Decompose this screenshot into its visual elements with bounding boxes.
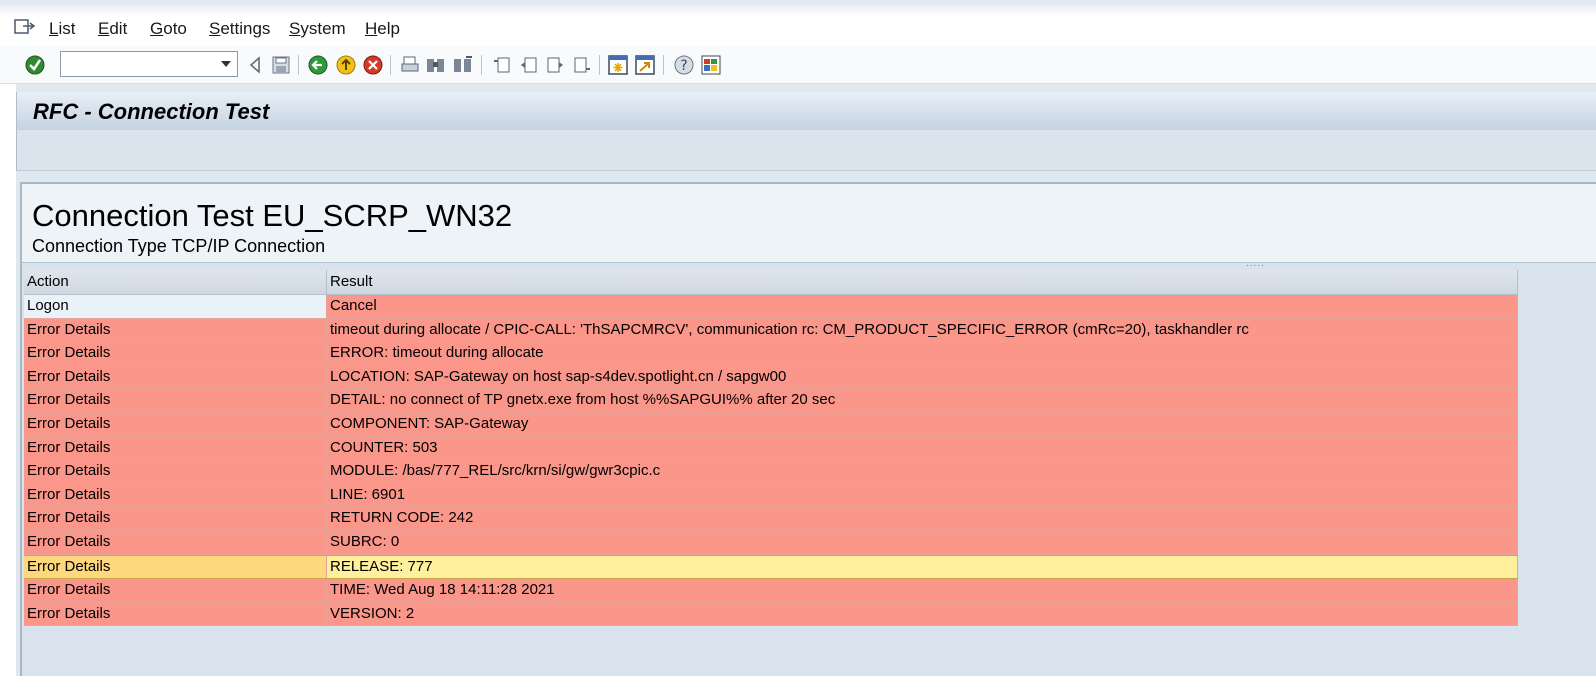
result-cell[interactable]: Cancel: [327, 295, 1518, 318]
create-session-icon[interactable]: [607, 54, 629, 76]
toolbar-separator: [663, 55, 664, 75]
result-cell[interactable]: MODULE: /bas/777_REL/src/krn/si/gw/gwr3c…: [327, 460, 1518, 483]
create-shortcut-icon[interactable]: [634, 54, 656, 76]
list-header: Connection Test EU_SCRP_WN32 Connection …: [22, 184, 1596, 269]
find-next-icon[interactable]: [452, 54, 474, 76]
help-icon[interactable]: ?: [673, 54, 695, 76]
table-row[interactable]: Logon Cancel: [24, 295, 1518, 319]
connection-test-title: Connection Test EU_SCRP_WN32: [32, 198, 513, 233]
next-page-icon[interactable]: [544, 54, 566, 76]
cancel-icon[interactable]: [362, 54, 384, 76]
result-cell[interactable]: COMPONENT: SAP-Gateway: [327, 412, 1518, 436]
action-cell[interactable]: Error Details: [24, 412, 327, 436]
enter-icon[interactable]: [24, 54, 46, 76]
first-page-icon[interactable]: [491, 54, 513, 76]
table-row[interactable]: Error Details RETURN CODE: 242: [24, 507, 1518, 531]
action-cell[interactable]: Error Details: [24, 507, 327, 530]
result-cell[interactable]: timeout during allocate / CPIC-CALL: 'Th…: [327, 318, 1518, 342]
action-cell[interactable]: Error Details: [24, 460, 327, 483]
last-page-icon[interactable]: [571, 54, 593, 76]
toolbar-separator: [599, 55, 600, 75]
splitter-handle[interactable]: .....: [1246, 258, 1265, 269]
menu-system[interactable]: System: [289, 19, 346, 39]
table-row[interactable]: Error Details timeout during allocate / C…: [24, 318, 1518, 343]
action-cell[interactable]: Error Details: [24, 389, 327, 412]
action-cell[interactable]: Error Details: [24, 579, 327, 602]
menu-edit[interactable]: Edit: [98, 19, 127, 39]
action-cell[interactable]: Error Details: [24, 436, 327, 460]
column-header-action[interactable]: Action: [24, 270, 327, 294]
action-cell[interactable]: Logon: [24, 295, 327, 318]
application-toolbar: [16, 130, 1596, 171]
menu-settings[interactable]: Settings: [209, 19, 270, 39]
action-cell[interactable]: Error Details: [24, 555, 327, 579]
back-green-icon[interactable]: [307, 54, 329, 76]
standard-toolbar: ?: [0, 46, 1596, 84]
find-icon[interactable]: [425, 54, 447, 76]
table-row[interactable]: Error Details MODULE: /bas/777_REL/src/kr…: [24, 460, 1518, 484]
svg-text:?: ?: [680, 58, 687, 74]
result-cell[interactable]: SUBRC: 0: [327, 530, 1518, 554]
table-row[interactable]: Error Details COUNTER: 503: [24, 436, 1518, 461]
table-row[interactable]: Error Details VERSION: 2: [24, 602, 1518, 627]
layout-icon[interactable]: [700, 54, 722, 76]
command-input[interactable]: [65, 53, 219, 77]
content-area: Connection Test EU_SCRP_WN32 Connection …: [20, 182, 1596, 676]
previous-page-icon[interactable]: [518, 54, 540, 76]
title-bar: RFC - Connection Test: [16, 92, 1596, 130]
result-cell[interactable]: LOCATION: SAP-Gateway on host sap-s4dev.…: [327, 365, 1518, 389]
table-body: Logon Cancel Error Details timeout during a…: [24, 295, 1518, 627]
table-row[interactable]: Error Details COMPONENT: SAP-Gateway: [24, 412, 1518, 437]
save-icon[interactable]: [270, 54, 292, 76]
command-field[interactable]: [60, 51, 238, 77]
table-row[interactable]: Error Details SUBRC: 0: [24, 530, 1518, 555]
column-header-result[interactable]: Result: [327, 270, 1518, 294]
action-cell[interactable]: Error Details: [24, 318, 327, 342]
table-row[interactable]: Error Details LOCATION: SAP-Gateway on ho…: [24, 365, 1518, 390]
result-table: Action Result Logon Cancel Error Details ti…: [24, 270, 1518, 627]
table-header: Action Result: [24, 270, 1518, 295]
action-cell[interactable]: Error Details: [24, 342, 327, 365]
action-cell[interactable]: Error Details: [24, 365, 327, 389]
table-row[interactable]: Error Details RELEASE: 777: [24, 554, 1518, 580]
exit-icon[interactable]: [335, 54, 357, 76]
menu-list[interactable]: List: [49, 19, 75, 39]
toolbar-separator: [298, 55, 299, 75]
result-cell[interactable]: RELEASE: 777: [327, 555, 1518, 579]
connection-type-subtitle: Connection Type TCP/IP Connection: [32, 236, 326, 256]
result-cell[interactable]: RETURN CODE: 242: [327, 507, 1518, 530]
action-cell[interactable]: Error Details: [24, 483, 327, 507]
table-row[interactable]: Error Details ERROR: timeout during alloc…: [24, 342, 1518, 366]
result-cell[interactable]: DETAIL: no connect of TP gnetx.exe from …: [327, 389, 1518, 412]
toolbar-separator: [390, 55, 391, 75]
menu-toggle-icon[interactable]: [14, 18, 36, 36]
action-cell[interactable]: Error Details: [24, 602, 327, 626]
chevron-down-icon[interactable]: [221, 61, 231, 67]
table-row[interactable]: Error Details DETAIL: no connect of TP gn…: [24, 389, 1518, 413]
result-cell[interactable]: VERSION: 2: [327, 602, 1518, 626]
print-icon[interactable]: [399, 54, 421, 76]
back-icon[interactable]: [244, 54, 266, 76]
table-row[interactable]: Error Details LINE: 6901: [24, 483, 1518, 508]
result-cell[interactable]: ERROR: timeout during allocate: [327, 342, 1518, 365]
table-row[interactable]: Error Details TIME: Wed Aug 18 14:11:28 2…: [24, 579, 1518, 603]
result-cell[interactable]: TIME: Wed Aug 18 14:11:28 2021: [327, 579, 1518, 602]
action-cell[interactable]: Error Details: [24, 530, 327, 554]
menu-help[interactable]: Help: [365, 19, 400, 39]
menu-goto[interactable]: Goto: [150, 19, 187, 39]
toolbar-separator: [481, 55, 482, 75]
menu-bar: List Edit Goto Settings System Help: [0, 0, 1596, 46]
result-cell[interactable]: LINE: 6901: [327, 483, 1518, 507]
page-title: RFC - Connection Test: [33, 99, 270, 124]
result-cell[interactable]: COUNTER: 503: [327, 436, 1518, 460]
